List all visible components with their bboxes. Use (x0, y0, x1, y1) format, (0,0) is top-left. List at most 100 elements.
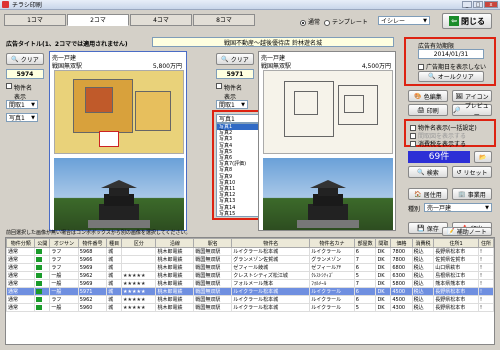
right-clear-button[interactable]: 🔍 クリア (216, 53, 254, 65)
preview-icon: 🔎 (453, 106, 461, 114)
ad-period-date-input[interactable]: 2014/01/31 (418, 49, 484, 59)
table-row[interactable]: 通常 一般 5962 城 ★★★★★ 桃木郎電鉄 戦国無双駅 クレストシティズ松江城 ｸﾚｽﾄｼ… (6, 271, 494, 280)
left-layout-select[interactable]: 間取1 ▼ (6, 100, 38, 109)
table-cell-line: 桃木郎電鉄 (155, 287, 195, 296)
table-row[interactable]: 通常 ラフ 5968 城 桃木郎電鉄 戦国無双駅 ルイクラール松本城 ルイクラール 6 DK 780… (6, 247, 494, 256)
column-header[interactable]: 価格 (390, 238, 413, 248)
reset-button[interactable]: ↺ リセット (452, 166, 492, 178)
table-cell-kana: ルイクラール (309, 287, 355, 296)
table-row[interactable]: 通常 ラフ 5962 城 ★★★★★ 桃木郎電鉄 戦国無双駅 ルイクラール松本城 ルイクラール 6… (6, 295, 494, 304)
folder-button[interactable]: 📂 (474, 151, 492, 163)
column-header[interactable]: オジサン (49, 238, 79, 248)
table-row[interactable]: 通常 一般 5960 城 ★★★★★ 桃木郎電鉄 戦国無双駅 ルイクラール松本城 ルイクラール 5… (6, 303, 494, 312)
building-icon: 🏢 (458, 190, 466, 198)
right-layout-select[interactable]: 間取1 ▼ (216, 100, 248, 109)
close-window-button[interactable]: x (484, 1, 498, 8)
public-color-swatch (36, 272, 43, 278)
column-header[interactable]: 住所1 (433, 238, 479, 248)
window-title: チラシ印刷 (12, 2, 42, 9)
tab-4koma[interactable]: 4コマ (130, 14, 192, 26)
column-header[interactable]: 種目 (106, 238, 123, 248)
print-button[interactable]: 🖨 印刷 (408, 104, 448, 116)
right-show-name-checkbox[interactable]: 物件名 表示 (216, 83, 242, 101)
tab-2koma[interactable]: 2コマ (67, 14, 129, 26)
left-photo-select[interactable]: 写真1 ▼ (6, 113, 38, 122)
mode-template-radio[interactable]: テンプレート (324, 17, 368, 26)
table-cell-cat: 通常 (6, 271, 36, 280)
column-header[interactable]: 消費税 (411, 238, 435, 248)
table-row[interactable]: 通常 一般 5969 城 ★★★★★ 桃木郎電鉄 戦国無双駅 フォルメール熊本 ﾌｫﾙﾒｰﾙ 7 D… (6, 279, 494, 288)
maximize-button[interactable]: □ (473, 1, 483, 8)
tab-8koma[interactable]: 8コマ (193, 14, 255, 26)
right-flyer-panel: 売一戸建 戦国無双駅 4,500万円 (258, 51, 396, 231)
app-icon (2, 1, 9, 8)
table-cell-layout: DK (375, 263, 392, 272)
right-price: 4,500万円 (361, 63, 391, 70)
kind-select[interactable]: 売一戸建 ▼ (424, 203, 492, 212)
table-cell-kubun: ★★★★★ (121, 271, 157, 280)
business-button[interactable]: 🏢 事業用 (452, 188, 492, 200)
table-cell-oji: ラフ (49, 247, 79, 256)
column-header[interactable]: 公開 (34, 238, 51, 248)
kind-label: 種別 (408, 206, 421, 213)
minimize-button[interactable]: _ (462, 1, 472, 8)
table-cell-station: 戦国無双駅 (193, 255, 233, 264)
color-edit-button[interactable]: 🎨 色編集 (408, 90, 448, 102)
search-button[interactable]: 🔍 検索 (408, 166, 448, 178)
table-cell-rooms: 6 (353, 263, 377, 272)
table-cell-no: 5969 (77, 263, 108, 272)
left-clear-button[interactable]: 🔍 クリア (6, 53, 44, 65)
table-row[interactable]: 通常 ラフ 5966 城 桃木郎電鉄 戦国無双駅 グランメゾン佐賀城 グランメゾン 7 DK 780… (6, 255, 494, 264)
table-cell-layout: DK (375, 271, 392, 280)
left-show-name-checkbox[interactable]: 物件名 表示 (6, 83, 32, 101)
table-cell-layout: DK (375, 279, 392, 288)
note-button[interactable]: 📝 補助ノート (442, 227, 492, 236)
table-cell-addr1: 熊本県熊本市 (433, 279, 479, 288)
search-icon: 🔍 (417, 168, 425, 176)
table-cell-station: 戦国無双駅 (193, 247, 233, 256)
residence-button[interactable]: 🏠 居住用 (408, 188, 448, 200)
left-photo-image (54, 158, 184, 230)
left-id-field[interactable]: 5974 (6, 69, 44, 79)
table-cell-tax: 税込 (411, 263, 435, 272)
mode-normal-radio[interactable]: 通常 (300, 17, 320, 26)
table-cell-addr: ! (477, 247, 494, 256)
table-cell-rooms: 6 (353, 287, 377, 296)
table-cell-cat: 通常 (6, 279, 36, 288)
table-cell-addr1: 佐賀県佐賀市 (433, 255, 479, 264)
table-cell-addr: ! (477, 287, 494, 296)
table-cell-line: 桃木郎電鉄 (155, 295, 195, 304)
table-cell-line: 桃木郎電鉄 (155, 271, 195, 280)
table-row[interactable]: 通常 ラフ 5969 城 桃木郎電鉄 戦国無双駅 ゼフィール綾城 ゼフィールｱﾔ 6 DK 6800… (6, 263, 494, 272)
right-id-field[interactable]: 5971 (216, 69, 254, 79)
public-color-swatch (36, 256, 43, 262)
table-cell-tax: 税込 (411, 255, 435, 264)
table-cell-oji: 一般 (49, 303, 79, 312)
table-cell-name: ルイクラール松本城 (231, 295, 311, 304)
show-tax-checkbox[interactable]: 消費税を表示する (410, 139, 466, 148)
column-header[interactable]: 物件分類 (6, 238, 36, 248)
column-header[interactable]: 間取 (375, 238, 392, 248)
ad-period-hide-checkbox[interactable]: 广告期日を表示しない (418, 62, 486, 71)
preview-button[interactable]: 🔎 プレビュー (452, 103, 492, 119)
close-button[interactable]: ⇦ 閉じる (442, 13, 492, 29)
column-header[interactable]: 住所 (477, 238, 494, 248)
table-row[interactable]: 通常 一般 5971 城 ★★★★★ 桃木郎電鉄 戦国無双駅 ルイクラール松本城 ルイクラール 6… (6, 287, 494, 296)
all-clear-button[interactable]: 🔍 オールクリア (418, 71, 484, 82)
column-header[interactable]: 駅名 (193, 238, 233, 248)
template-select[interactable]: イシレー ▼ (378, 16, 430, 25)
column-header[interactable]: 部屋数 (353, 238, 377, 248)
ad-title-input[interactable]: 戦国不動産〜越後優待店 鈴林遊名城 (152, 37, 394, 47)
column-header[interactable]: 物件名カナ (309, 238, 355, 248)
table-cell-cat: 通常 (6, 295, 36, 304)
table-cell-price: 5800 (390, 279, 413, 288)
table-cell-cat: 通常 (6, 263, 36, 272)
table-cell-kind: 城 (106, 271, 123, 280)
public-status-cell (34, 247, 51, 256)
column-header[interactable]: 沿線 (155, 238, 195, 248)
tab-1koma[interactable]: 1コマ (4, 14, 66, 26)
column-header[interactable]: 物件名 (231, 238, 311, 248)
table-cell-kana: ゼフィールｱﾔ (309, 263, 355, 272)
column-header[interactable]: 区分 (121, 238, 157, 248)
column-header[interactable]: 物件番号 (77, 238, 108, 248)
